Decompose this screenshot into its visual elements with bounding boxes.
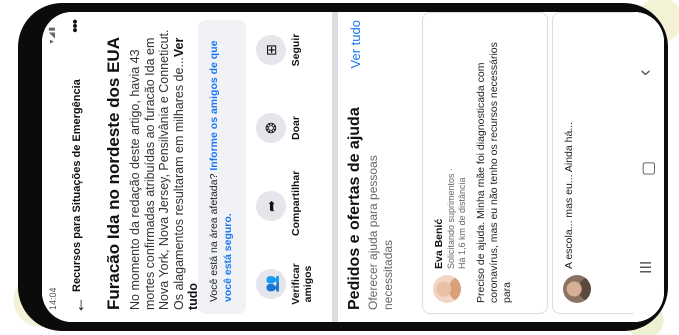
people-icon: 👥 — [256, 269, 286, 299]
status-bar: 14:04 ▾◢▮ — [42, 12, 62, 322]
check-friends-button[interactable]: 👥 Verificar amigos — [256, 254, 314, 314]
action-label: Verificar amigos — [290, 263, 314, 305]
donate-button[interactable]: ❂ Doar — [256, 98, 302, 158]
help-section-subtitle: Oferecer ajuda para pessoas necessitadas — [366, 155, 395, 310]
avatar[interactable] — [563, 275, 591, 303]
nav-back-icon[interactable]: ‹ — [634, 69, 657, 76]
see-all-link[interactable]: Ver tudo — [348, 20, 363, 68]
prompt-question: Você está na área afetada? — [208, 170, 220, 302]
follow-button[interactable]: ⊞ Seguir — [256, 20, 302, 80]
avatar[interactable] — [433, 275, 461, 303]
phone-screen: 14:04 ▾◢▮ ← Recursos para Situações de E… — [42, 12, 664, 322]
request-type: Solicitando suprimentos · — [446, 167, 456, 269]
android-nav-bar: III ▢ ‹ — [634, 12, 664, 322]
action-label: Seguir — [290, 33, 302, 67]
request-text: Preciso de ajuda. Minha mãe foi diagnost… — [475, 42, 513, 303]
safety-check-prompt: Você está na área afetada? Informe os am… — [198, 20, 246, 314]
share-button[interactable]: ➦ Compartilhar — [256, 170, 302, 236]
request-distance: Há 1,6 km de distância — [457, 177, 467, 269]
follow-icon: ⊞ — [256, 35, 286, 65]
home-icon[interactable]: ▢ — [638, 161, 658, 176]
back-arrow-icon[interactable]: ← — [68, 296, 88, 314]
more-options-icon[interactable]: ••• — [67, 20, 84, 33]
article-text: No momento da redação deste artigo, havi… — [128, 29, 186, 310]
section-divider — [332, 12, 338, 322]
help-section-header: Pedidos e ofertas de ajuda Oferecer ajud… — [346, 20, 396, 310]
action-label: Compartilhar — [290, 170, 302, 236]
help-request-card[interactable]: Eva Benić Solicitando suprimentos · Há 1… — [422, 12, 548, 314]
page-title: Recursos para Situações de Emergência — [71, 79, 83, 292]
screen-content: 14:04 ▾◢▮ ← Recursos para Situações de E… — [42, 12, 664, 322]
status-time: 14:04 — [48, 287, 58, 310]
requester-name[interactable]: Eva Benić — [433, 219, 445, 269]
article-title: Furacão Ida no nordeste dos EUA — [104, 37, 123, 310]
share-icon: ➦ — [256, 191, 286, 221]
recent-apps-icon[interactable]: III — [638, 261, 656, 274]
article: Furacão Ida no nordeste dos EUA No momen… — [104, 20, 201, 310]
article-body: No momento da redação deste artigo, havi… — [128, 20, 201, 310]
donate-icon: ❂ — [256, 113, 286, 143]
top-bar: ← Recursos para Situações de Emergência … — [66, 12, 92, 322]
action-label: Doar — [290, 116, 302, 140]
prompt-text: Você está na área afetada? Informe os am… — [207, 32, 235, 302]
status-icons: ▾◢▮ — [47, 26, 56, 44]
request-text-2: A escola... mas eu... Ainda há... — [563, 121, 575, 269]
